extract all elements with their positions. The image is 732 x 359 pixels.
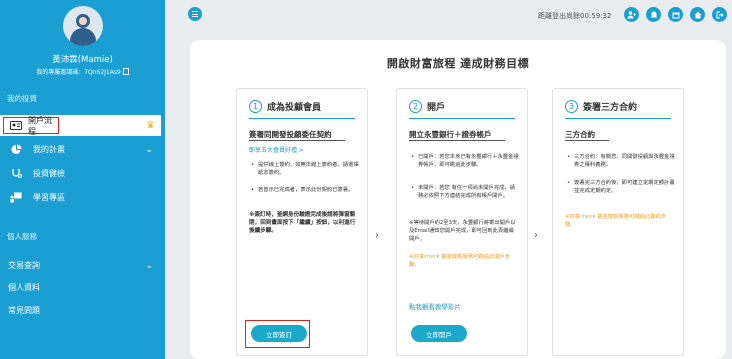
crown-icon: ♛: [146, 120, 155, 131]
chevron-right-icon: ›: [534, 230, 538, 241]
open-account-button[interactable]: 立即開戶: [411, 325, 467, 342]
sidebar-item-my-plan[interactable]: 我的計畫 ⌄: [0, 139, 161, 160]
step-number: 3: [565, 100, 578, 113]
list-item: • 提供線上簽約，如無法線上簽約者，請選擇紙本簽約。: [251, 162, 359, 176]
chevron-down-icon: ⌄: [145, 144, 153, 155]
home-icon[interactable]: [690, 7, 705, 22]
page-title: 開啟財富旅程 達成財務目標: [386, 57, 530, 70]
divider: [565, 118, 671, 119]
bullet-icon: •: [251, 162, 255, 168]
sidebar-item-label: 投資健檢: [33, 169, 65, 178]
sign-now-button[interactable]: 立即簽訂: [251, 325, 307, 342]
sidebar-item-label: 交易查詢: [8, 261, 40, 270]
bullet-icon: •: [411, 154, 415, 160]
copy-icon[interactable]: [122, 68, 129, 75]
list-item: • 簽署完三方合約後，即可建立定期定額計畫並完成定期約定。: [567, 180, 675, 194]
member-gifts-link[interactable]: 即享五大會員好禮 >: [249, 145, 304, 154]
section-my-investment: 我的投資: [7, 94, 37, 103]
bullet-icon: •: [567, 154, 571, 160]
main-card: 開啟財富旅程 達成財務目標 1 成為投顧會員 簽署同開發投顧委任契約 即享五大會…: [190, 40, 726, 359]
sidebar-item-health-check[interactable]: 投資健檢: [0, 163, 161, 184]
step-subtitle: 開立永豐銀行＋證券帳戶: [409, 130, 492, 139]
sign-note: ※簽訂時，釜網身份驗證完成後請將彈窗關閉，回到畫面按下「繼續」按鈕，以利進行後續…: [249, 212, 356, 234]
step-header: 1 成為投顧會員: [249, 100, 321, 113]
referral-code-text: 我的專屬邀請碼：7Qn62J1As9: [36, 69, 121, 76]
highlight-box: 開戶流程: [3, 115, 59, 136]
step-card-1: 1 成為投顧會員 簽署同開發投顧委任契約 即享五大會員好禮 > • 提供線上簽約，…: [236, 88, 368, 356]
step-number: 1: [249, 100, 262, 113]
sidebar-item-faq[interactable]: 常見問題: [0, 300, 161, 321]
list-item: • 未開戶：若您 有任一項尚未開戶完成，請務必依照下方連結完成所有帳戶開戶。: [411, 185, 516, 199]
sidebar-item-profile[interactable]: 個人資料: [0, 277, 161, 298]
user-name: 黃沛霖(Mamie): [52, 55, 113, 65]
step-number: 2: [409, 100, 422, 113]
sidebar-item-transactions[interactable]: 交易查詢 ⌄: [0, 255, 161, 276]
sidebar-item-learning[interactable]: 學習專區: [0, 187, 161, 208]
section-personal-service: 個人服務: [7, 232, 37, 241]
logout-countdown: 距離登出尚餘00:59:32: [538, 12, 612, 20]
divider: [409, 140, 505, 141]
step-title: 簽署三方合約: [583, 103, 638, 113]
user-plus-icon[interactable]: [624, 7, 639, 22]
referral-code: 我的專屬邀請碼：7Qn62J1As9: [0, 67, 165, 76]
list-item: • 若曾示已完成者，表示此份契約已簽署。: [251, 187, 354, 193]
step-card-3: 3 簽署三方合約 三方合約 • 三方合約：有關您、同開發投顧與永豐金證券之權利義務…: [552, 88, 684, 356]
chevron-down-icon: ⌄: [145, 260, 153, 271]
sidebar: 黃沛霖(Mamie) 我的專屬邀請碼：7Qn62J1As9 我的投資 開戶流程 …: [0, 0, 165, 359]
presenter-icon: [9, 192, 23, 203]
step-header: 2 開戶: [409, 100, 445, 113]
waiting-note: ※等待開戶約2至3天，永豐銀行將寄出開戶以及Email通知您開戶完成，即可回到此…: [409, 220, 516, 242]
list-item: • 三方合約：有關您、同開發投顧與永豐金證券之權利義務。: [567, 154, 675, 168]
skip-note: ※好享check 基金健檢服務可跳過此開戶步驟。: [409, 254, 511, 268]
sidebar-item-label: 我的計畫: [33, 145, 65, 154]
bullet-icon: •: [411, 185, 415, 191]
divider: [565, 140, 609, 141]
sidebar-item-label: 開戶流程: [28, 115, 52, 136]
logout-icon[interactable]: [712, 7, 727, 22]
sidebar-item-label: 常見問題: [8, 306, 40, 315]
step-header: 3 簽署三方合約: [565, 100, 637, 113]
step-title: 成為投顧會員: [267, 103, 322, 113]
chevron-right-icon: ›: [375, 230, 379, 241]
divider: [249, 118, 355, 119]
bell-icon[interactable]: [646, 7, 661, 22]
avatar-body: [70, 28, 96, 46]
step-subtitle: 三方合約: [565, 130, 595, 139]
tutorial-video-link[interactable]: 點我觀看教學影片: [409, 301, 461, 311]
list-item: • 已開戶：若您本身已有永豐銀行＋永豐金證券帳戶，即可跳過此步驟。: [411, 154, 519, 168]
avatar[interactable]: [63, 6, 103, 46]
divider: [409, 118, 515, 119]
bullet-icon: •: [567, 180, 571, 186]
divider: [249, 140, 345, 141]
step-subtitle: 簽署同開發投顧委任契約: [249, 130, 332, 139]
sidebar-item-account-opening[interactable]: 開戶流程 ♛: [0, 115, 161, 136]
calendar-icon[interactable]: [668, 7, 683, 22]
sidebar-item-label: 個人資料: [8, 283, 40, 292]
step-card-2: 2 開戶 開立永豐銀行＋證券帳戶 • 已開戶：若您本身已有永豐銀行＋永豐金證券帳戶…: [396, 88, 528, 356]
bullet-icon: •: [251, 187, 255, 193]
menu-toggle-button[interactable]: [188, 7, 202, 21]
sidebar-item-label: 學習專區: [33, 193, 65, 202]
pie-chart-icon: [9, 144, 23, 155]
skip-note: ※好享check 基金健檢服務可跳過此簽約步驟。: [565, 214, 667, 228]
avatar-face: [79, 17, 87, 25]
step-title: 開戶: [427, 103, 446, 113]
stethoscope-icon: [9, 168, 23, 179]
id-card-icon: [10, 120, 22, 131]
